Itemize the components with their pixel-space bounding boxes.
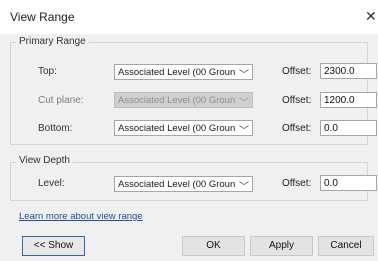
cut-plane-label: Cut plane: — [38, 95, 84, 106]
top-level-dropdown[interactable]: Associated Level (00 Groun ﹀ — [114, 64, 253, 81]
cut-plane-level-value: Associated Level (00 Groun — [118, 95, 236, 106]
cut-plane-level-dropdown[interactable]: Associated Level (00 Groun ﹀ — [114, 92, 253, 109]
learn-more-link[interactable]: Learn more about view range — [19, 211, 143, 222]
cut-plane-offset-field[interactable]: 1200.0 — [320, 92, 377, 108]
ok-button[interactable]: OK — [182, 236, 245, 256]
top-offset-label: Offset: — [282, 66, 312, 77]
bottom-label: Bottom: — [38, 123, 73, 134]
bottom-offset-value: 0.0 — [324, 123, 338, 134]
show-button[interactable]: << Show — [22, 236, 85, 256]
view-depth-title: View Depth — [16, 155, 73, 166]
level-label: Level: — [38, 178, 65, 189]
cut-plane-offset-label: Offset: — [282, 95, 312, 106]
top-offset-value: 2300.0 — [324, 66, 355, 77]
top-offset-field[interactable]: 2300.0 — [320, 63, 377, 79]
bottom-offset-field[interactable]: 0.0 — [320, 120, 377, 136]
chevron-down-icon: ﹀ — [239, 98, 249, 109]
cancel-button[interactable]: Cancel — [318, 236, 374, 256]
chevron-down-icon: ﹀ — [239, 70, 249, 81]
chevron-down-icon: ﹀ — [239, 126, 249, 137]
bottom-offset-label: Offset: — [282, 123, 312, 134]
bottom-level-value: Associated Level (00 Groun — [118, 123, 236, 134]
bottom-level-dropdown[interactable]: Associated Level (00 Groun ﹀ — [114, 120, 253, 137]
primary-range-title: Primary Range — [16, 36, 89, 47]
view-depth-offset-field[interactable]: 0.0 — [320, 175, 377, 191]
chevron-down-icon: ﹀ — [239, 182, 249, 193]
view-depth-level-dropdown[interactable]: Associated Level (00 Groun ﹀ — [114, 176, 253, 193]
top-level-value: Associated Level (00 Groun — [118, 67, 236, 78]
view-depth-level-value: Associated Level (00 Groun — [118, 179, 236, 190]
apply-button[interactable]: Apply — [250, 236, 313, 256]
window-title: View Range — [10, 10, 75, 24]
view-depth-offset-value: 0.0 — [324, 178, 338, 189]
cut-plane-offset-value: 1200.0 — [324, 95, 355, 106]
close-icon[interactable]: ✕ — [365, 8, 377, 25]
view-depth-offset-label: Offset: — [282, 178, 312, 189]
top-label: Top: — [38, 66, 57, 77]
title-bar: View Range ✕ — [0, 0, 378, 34]
